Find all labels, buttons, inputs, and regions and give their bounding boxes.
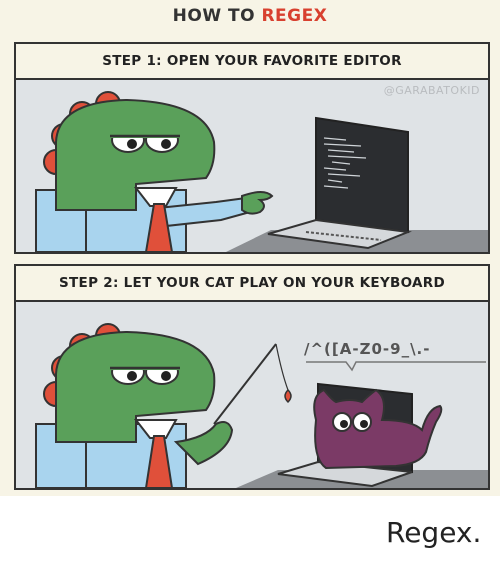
panel-1-caption: STEP 1: OPEN YOUR FAVORITE EDITOR bbox=[16, 44, 488, 80]
panel-step-1: STEP 1: OPEN YOUR FAVORITE EDITOR @GARAB… bbox=[14, 42, 490, 254]
dino-head bbox=[55, 98, 216, 211]
comic-image: HOW TO REGEX STEP 1: OPEN YOUR FAVORITE … bbox=[0, 0, 500, 496]
toy-feather bbox=[284, 388, 292, 404]
panel-2-scene bbox=[35, 323, 488, 488]
dino-head bbox=[55, 330, 216, 443]
panel-step-2: STEP 2: LET YOUR CAT PLAY ON YOUR KEYBOA… bbox=[14, 264, 490, 490]
panel-2-caption: STEP 2: LET YOUR CAT PLAY ON YOUR KEYBOA… bbox=[16, 266, 488, 302]
toy-rod bbox=[213, 343, 277, 425]
title-accent: REGEX bbox=[261, 6, 328, 26]
cat bbox=[313, 388, 443, 470]
title-prefix: HOW TO bbox=[172, 6, 262, 26]
laptop-screen bbox=[315, 116, 409, 234]
post-caption: Regex. bbox=[386, 516, 482, 549]
panel-1-scene bbox=[35, 91, 488, 252]
comic-title: HOW TO REGEX bbox=[0, 6, 500, 26]
pointing-hand bbox=[241, 191, 274, 215]
